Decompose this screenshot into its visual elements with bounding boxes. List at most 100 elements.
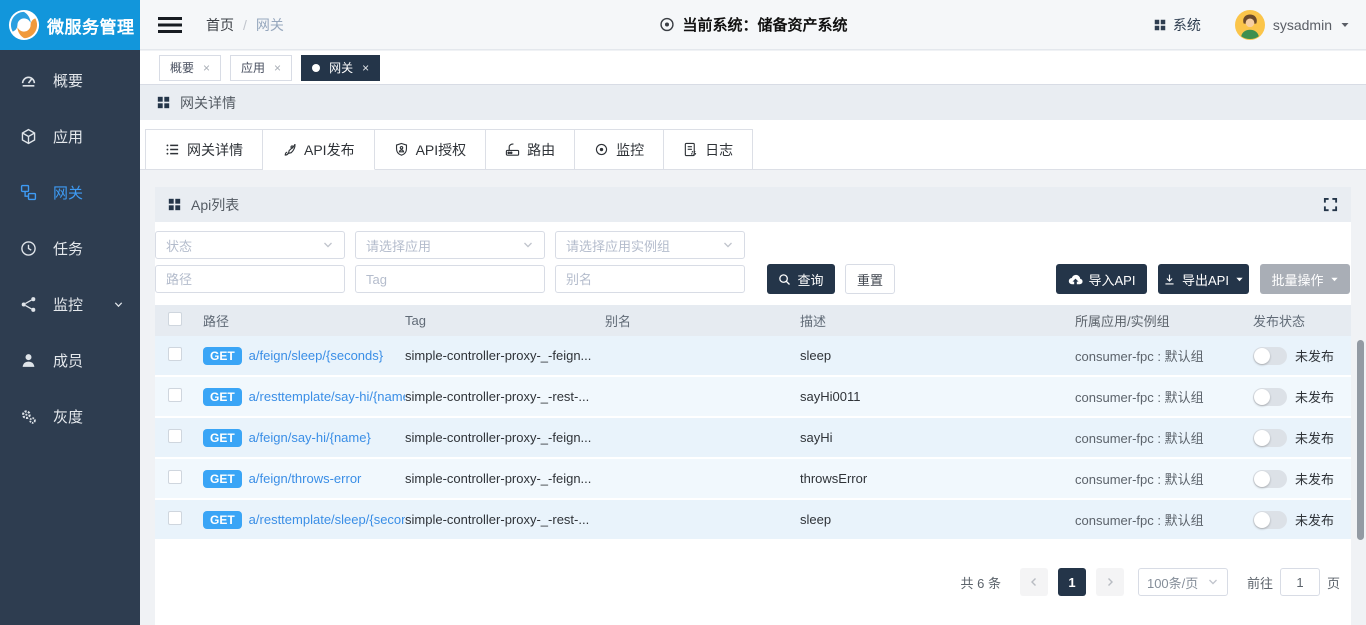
select-all-checkbox[interactable] [168,312,182,326]
search-button[interactable]: 查询 [767,264,835,294]
batch-actions-button[interactable]: 批量操作 [1260,264,1350,294]
next-page-button[interactable] [1096,568,1124,596]
table-scrollbar[interactable] [1357,340,1364,540]
user-menu[interactable]: sysadmin [1235,10,1350,40]
cloud-upload-icon [1068,272,1083,287]
reset-button[interactable]: 重置 [845,264,895,294]
export-api-label: 导出API [1182,270,1229,289]
api-tag: simple-controller-proxy-_-feign... [405,348,605,363]
api-path-link[interactable]: a/feign/throws-error [249,471,362,486]
eye-icon [594,142,609,157]
api-owner: consumer-fpc : 默认组 [1075,387,1253,406]
topbar: 首页 / 网关 当前系统：储备资产系统 系统 [140,0,1366,50]
log-icon [683,142,698,157]
path-input[interactable] [155,265,345,293]
table-row[interactable]: GET a/resttemplate/sleep/{seconds} simpl… [155,500,1351,541]
api-owner: consumer-fpc : 默认组 [1075,428,1253,447]
api-owner: consumer-fpc : 默认组 [1075,510,1253,529]
row-checkbox[interactable] [168,511,182,525]
table-row[interactable]: GET a/feign/sleep/{seconds} simple-contr… [155,336,1351,377]
row-checkbox[interactable] [168,429,182,443]
breadcrumb-current: 网关 [256,15,284,35]
sidebar-item-members[interactable]: 成员 [0,332,140,388]
api-path-link[interactable]: a/resttemplate/say-hi/{name} [249,389,405,404]
api-owner: consumer-fpc : 默认组 [1075,469,1253,488]
tab-label: API授权 [416,140,467,160]
tab-label: 监控 [616,140,644,160]
view-tag-apps[interactable]: 应用 × [230,55,292,81]
app-select[interactable]: 请选择应用 [355,231,545,259]
publish-toggle[interactable] [1253,388,1287,406]
api-path-link[interactable]: a/resttemplate/sleep/{seconds} [249,512,405,527]
row-checkbox[interactable] [168,388,182,402]
instance-group-select[interactable]: 请选择应用实例组 [555,231,745,259]
goto-page: 前往 页 [1247,568,1340,596]
sidebar-item-label: 概要 [53,70,83,91]
sidebar-item-grayscale[interactable]: 灰度 [0,388,140,444]
method-badge: GET [203,388,242,406]
sidebar-item-gateway[interactable]: 网关 [0,164,140,220]
row-checkbox[interactable] [168,347,182,361]
row-checkbox[interactable] [168,470,182,484]
page-number-1[interactable]: 1 [1058,568,1086,596]
table-row[interactable]: GET a/resttemplate/say-hi/{name} simple-… [155,377,1351,418]
api-list-panel: 状态 请选择应用 请选择应用实例组 查询 [155,222,1351,625]
close-icon[interactable]: × [203,62,210,74]
alias-input[interactable] [555,265,745,293]
instance-group-placeholder: 请选择应用实例组 [566,236,670,255]
method-badge: GET [203,470,242,488]
goto-page-input[interactable] [1280,568,1320,596]
sidebar-item-overview[interactable]: 概要 [0,52,140,108]
api-list-header: Api列表 [155,187,1351,222]
system-menu[interactable]: 系统 [1154,15,1201,35]
tab-route[interactable]: 路由 [486,129,575,170]
sidebar-item-label: 应用 [53,126,83,147]
publish-toggle[interactable] [1253,347,1287,365]
toggle-knob [1254,430,1270,446]
api-list-title: Api列表 [191,195,239,215]
tab-gateway-detail[interactable]: 网关详情 [145,129,263,170]
table-row[interactable]: GET a/feign/say-hi/{name} simple-control… [155,418,1351,459]
grid-icon [168,198,181,211]
search-button-label: 查询 [797,270,823,289]
fullscreen-icon[interactable] [1323,197,1338,212]
hamburger-menu-icon[interactable] [158,15,182,35]
tab-log[interactable]: 日志 [664,129,753,170]
app-logo[interactable]: 微服务管理 [0,0,140,50]
sidebar-item-monitor[interactable]: 监控 [0,276,140,332]
sidebar-item-apps[interactable]: 应用 [0,108,140,164]
tab-monitor[interactable]: 监控 [575,129,664,170]
close-icon[interactable]: × [274,62,281,74]
import-api-button[interactable]: 导入API [1056,264,1147,294]
publish-toggle[interactable] [1253,470,1287,488]
system-menu-label: 系统 [1173,15,1201,35]
breadcrumb-home[interactable]: 首页 [206,15,234,35]
import-api-label: 导入API [1089,270,1136,289]
tag-input[interactable] [355,265,545,293]
column-header-desc: 描述 [800,311,1075,330]
export-api-button[interactable]: 导出API [1158,264,1249,294]
view-tag-overview[interactable]: 概要 × [159,55,221,81]
api-path-link[interactable]: a/feign/say-hi/{name} [249,430,371,445]
status-select[interactable]: 状态 [155,231,345,259]
api-owner: consumer-fpc : 默认组 [1075,346,1253,365]
tab-api-auth[interactable]: API授权 [375,129,487,170]
publish-toggle[interactable] [1253,511,1287,529]
publish-toggle[interactable] [1253,429,1287,447]
api-desc: sleep [800,512,1075,527]
sidebar-item-tasks[interactable]: 任务 [0,220,140,276]
view-tag-gateway[interactable]: 网关 × [301,55,380,81]
toggle-knob [1254,348,1270,364]
sidebar-item-label: 灰度 [53,406,83,427]
page-size-select[interactable]: 100条/页 [1138,568,1228,596]
api-desc: sayHi0011 [800,389,1075,404]
api-path-link[interactable]: a/feign/sleep/{seconds} [249,348,383,363]
api-tag: simple-controller-proxy-_-feign... [405,471,605,486]
close-icon[interactable]: × [362,62,369,74]
table-row[interactable]: GET a/feign/throws-error simple-controll… [155,459,1351,500]
tab-api-publish[interactable]: API发布 [263,129,375,170]
sidebar-item-label: 监控 [53,294,83,315]
page-size-value: 100条/页 [1147,573,1198,592]
sidebar-item-label: 成员 [53,350,83,371]
prev-page-button[interactable] [1020,568,1048,596]
